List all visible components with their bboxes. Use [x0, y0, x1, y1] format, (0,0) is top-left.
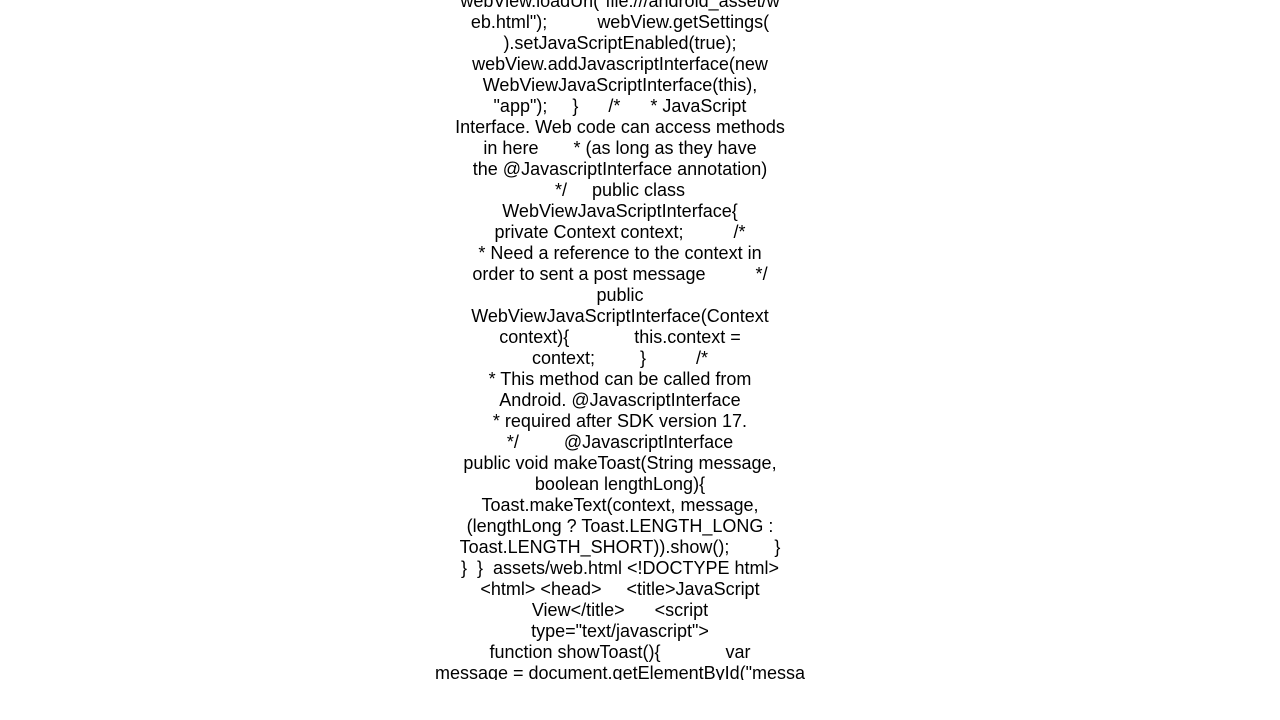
text-line: order to sent a post message */ [472, 264, 768, 284]
text-line: WebViewJavaScriptInterface(this), [482, 75, 758, 95]
text-line: in here * (as long as they have [483, 138, 757, 158]
text-line: } } assets/web.html <!DOCTYPE html> [460, 558, 780, 578]
text-line: Interface. Web code can access methods [455, 117, 785, 137]
text-line: boolean lengthLong){ [534, 474, 706, 494]
text-line: type="text/javascript"> [531, 621, 709, 641]
text-line: Toast.LENGTH_SHORT)).show(); } [459, 537, 781, 557]
text-line: function showToast(){ var [489, 642, 751, 662]
text-line: private Context context; /* [494, 222, 746, 242]
text-line: public void makeToast(String message, [463, 453, 777, 473]
text-line: */ public class [554, 180, 686, 200]
text-line: the @JavascriptInterface annotation) [472, 159, 768, 179]
text-line: View</title> <script [531, 600, 709, 620]
text-line: webView.loadUrl("file:///android_asset/w [460, 0, 780, 11]
text-line: ).setJavaScriptEnabled(true); [503, 33, 737, 53]
text-line: WebViewJavaScriptInterface(Context [471, 306, 769, 326]
text-line: eb.html"); webView.getSettings( [470, 12, 770, 32]
blank-bottom-area [0, 680, 1280, 720]
text-line: Toast.makeText(context, message, [481, 495, 759, 515]
document-viewport: webView.loadUrl("file:///android_asset/w… [0, 0, 1280, 680]
text-line: (lengthLong ? Toast.LENGTH_LONG : [466, 516, 774, 536]
text-line: <html> <head> <title>JavaScript [480, 579, 760, 599]
text-line: context){ this.context = [499, 327, 741, 347]
text-line: "app"); } /* * JavaScript [493, 96, 747, 116]
text-line: public [596, 285, 644, 305]
text-line: * This method can be called from [488, 369, 752, 389]
text-line: WebViewJavaScriptInterface{ [502, 201, 738, 221]
text-line: * Need a reference to the context in [478, 243, 762, 263]
text-line: message = document.getElementById("messa [434, 663, 806, 680]
text-line: context; } /* [531, 348, 709, 368]
text-line: webView.addJavascriptInterface(new [472, 54, 768, 74]
text-line: Android. @JavascriptInterface [499, 390, 741, 410]
code-text-block: webView.loadUrl("file:///android_asset/w… [420, 0, 820, 680]
text-line: * required after SDK version 17. [492, 411, 748, 431]
text-line: */ @JavascriptInterface [506, 432, 734, 452]
